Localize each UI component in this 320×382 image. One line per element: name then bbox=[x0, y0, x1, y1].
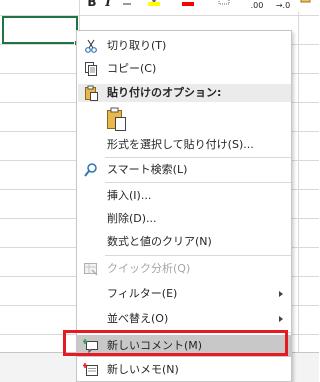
menu-item-insert[interactable]: 挿入(I)... bbox=[77, 185, 291, 207]
submenu-arrow-icon bbox=[279, 291, 283, 297]
menu-item-delete[interactable]: 削除(D)... bbox=[77, 208, 291, 230]
paste-options-header: 貼り付けのオプション: bbox=[78, 84, 291, 102]
menu-item-label: 削除(D)... bbox=[107, 212, 157, 225]
highlight-annotation-box bbox=[63, 330, 288, 356]
menu-item-cut[interactable]: 切り取り(T) bbox=[77, 35, 291, 57]
mini-toolbar: B I .00 →.0 bbox=[80, 0, 319, 12]
menu-item-label: 切り取り(T) bbox=[107, 39, 167, 52]
menu-separator bbox=[105, 157, 291, 158]
search-icon bbox=[83, 162, 99, 178]
menu-item-quick-analysis: クイック分析(Q) bbox=[77, 258, 291, 280]
submenu-arrow-icon bbox=[279, 316, 283, 322]
menu-item-label: 並べ替え(O) bbox=[107, 312, 169, 325]
menu-separator bbox=[105, 182, 291, 183]
decrease-decimal-icon[interactable]: .00 bbox=[246, 0, 268, 12]
menu-item-clear-contents[interactable]: 数式と値のクリア(N) bbox=[77, 231, 291, 253]
menu-item-sort[interactable]: 並べ替え(O) bbox=[77, 308, 291, 330]
scissors-icon bbox=[83, 38, 99, 54]
menu-item-filter[interactable]: フィルター(E) bbox=[77, 283, 291, 305]
new-note-icon bbox=[82, 362, 99, 378]
menu-item-paste-special[interactable]: 形式を選択して貼り付け(S)... bbox=[77, 134, 291, 156]
font-color-icon[interactable] bbox=[180, 0, 196, 10]
column-line bbox=[298, 0, 299, 352]
underline-icon[interactable] bbox=[120, 0, 134, 10]
format-painter-icon[interactable] bbox=[298, 0, 314, 10]
section-header-label: 貼り付けのオプション: bbox=[107, 86, 222, 99]
increase-decimal-icon[interactable]: →.0 bbox=[272, 0, 294, 12]
menu-item-label: 新しいメモ(N) bbox=[107, 363, 179, 376]
highlight-icon[interactable] bbox=[146, 0, 162, 10]
active-cell[interactable] bbox=[2, 16, 80, 46]
bold-icon[interactable]: B bbox=[86, 0, 98, 10]
menu-item-label: クイック分析(Q) bbox=[107, 262, 191, 275]
menu-item-label: 挿入(I)... bbox=[107, 189, 152, 202]
menu-item-new-note[interactable]: 新しいメモ(N) bbox=[77, 359, 291, 381]
borders-icon[interactable] bbox=[216, 0, 232, 10]
menu-item-label: 数式と値のクリア(N) bbox=[107, 235, 212, 248]
clipboard-icon bbox=[83, 85, 99, 101]
menu-item-copy[interactable]: コピー(C) bbox=[77, 58, 291, 80]
menu-item-label: フィルター(E) bbox=[107, 287, 178, 300]
menu-item-label: スマート検索(L) bbox=[107, 163, 188, 176]
menu-item-label: 形式を選択して貼り付け(S)... bbox=[107, 138, 254, 151]
menu-item-smart-lookup[interactable]: スマート検索(L) bbox=[77, 159, 291, 181]
menu-separator bbox=[105, 255, 291, 256]
quick-analysis-icon bbox=[83, 261, 99, 277]
menu-item-label: コピー(C) bbox=[107, 62, 157, 75]
paste-option-button[interactable] bbox=[105, 106, 129, 132]
italic-icon[interactable]: I bbox=[102, 0, 114, 10]
copy-icon bbox=[83, 61, 99, 77]
